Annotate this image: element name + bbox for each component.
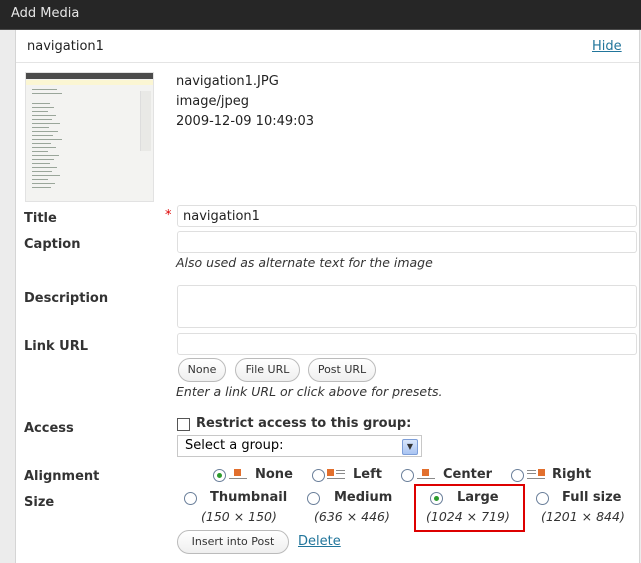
size-full-dims: (1201 × 844) <box>541 509 625 524</box>
title-label: Title <box>24 211 57 226</box>
align-right-radio[interactable] <box>511 469 524 482</box>
link-help: Enter a link URL or click above for pres… <box>176 384 443 399</box>
align-left-icon <box>327 468 345 479</box>
size-thumbnail-dims: (150 × 150) <box>201 509 277 524</box>
group-select[interactable]: Select a group: ▼ <box>177 435 422 457</box>
align-none-icon <box>229 468 247 479</box>
size-large-label: Large <box>457 490 499 505</box>
link-url-input[interactable] <box>177 333 637 355</box>
restrict-access-checkbox[interactable] <box>177 418 190 431</box>
required-marker: * <box>165 208 172 223</box>
post-url-button[interactable]: Post URL <box>308 358 376 382</box>
file-date: 2009-12-09 10:49:03 <box>176 114 315 129</box>
size-large-dims: (1024 × 719) <box>426 509 510 524</box>
caption-label: Caption <box>24 237 81 252</box>
align-center-radio[interactable] <box>401 469 414 482</box>
size-medium-label: Medium <box>334 490 393 505</box>
insert-into-post-button[interactable]: Insert into Post <box>177 530 289 554</box>
size-full-radio[interactable] <box>536 492 549 505</box>
size-large-radio[interactable] <box>430 492 443 505</box>
description-textarea[interactable] <box>177 285 637 328</box>
image-thumbnail <box>25 72 154 202</box>
chevron-down-icon: ▼ <box>402 439 418 455</box>
align-center-icon <box>417 468 435 479</box>
file-mime: image/jpeg <box>176 94 249 109</box>
title-input[interactable]: navigation1 <box>177 205 637 227</box>
file-url-button[interactable]: File URL <box>235 358 300 382</box>
window-titlebar: Add Media <box>0 0 641 30</box>
size-thumbnail-radio[interactable] <box>184 492 197 505</box>
caption-help: Also used as alternate text for the imag… <box>176 255 433 270</box>
align-none-radio[interactable] <box>213 469 226 482</box>
align-left-label: Left <box>353 467 382 482</box>
delete-link[interactable]: Delete <box>298 534 341 549</box>
align-center-label: Center <box>443 467 493 482</box>
size-thumbnail-label: Thumbnail <box>210 490 288 505</box>
media-panel: navigation1 Hide navigation1.JPG image/j… <box>0 30 641 563</box>
media-name: navigation1 <box>27 39 104 54</box>
media-item-header: navigation1 Hide <box>16 30 639 63</box>
window-title: Add Media <box>11 6 80 21</box>
restrict-access-label: Restrict access to this group: <box>196 416 412 431</box>
align-right-label: Right <box>552 467 592 482</box>
size-medium-dims: (636 × 446) <box>314 509 390 524</box>
size-medium-radio[interactable] <box>307 492 320 505</box>
align-right-icon <box>527 468 545 479</box>
size-full-label: Full size <box>562 490 622 505</box>
align-none-label: None <box>255 467 293 482</box>
file-name: navigation1.JPG <box>176 74 279 89</box>
access-label: Access <box>24 421 74 436</box>
alignment-label: Alignment <box>24 469 100 484</box>
size-label: Size <box>24 495 55 510</box>
link-none-button[interactable]: None <box>178 358 226 382</box>
caption-input[interactable] <box>177 231 637 253</box>
group-select-value: Select a group: <box>185 438 284 453</box>
hide-link[interactable]: Hide <box>592 39 622 54</box>
description-label: Description <box>24 291 109 306</box>
align-left-radio[interactable] <box>312 469 325 482</box>
link-url-label: Link URL <box>24 339 89 354</box>
media-item: navigation1 Hide navigation1.JPG image/j… <box>15 30 640 563</box>
